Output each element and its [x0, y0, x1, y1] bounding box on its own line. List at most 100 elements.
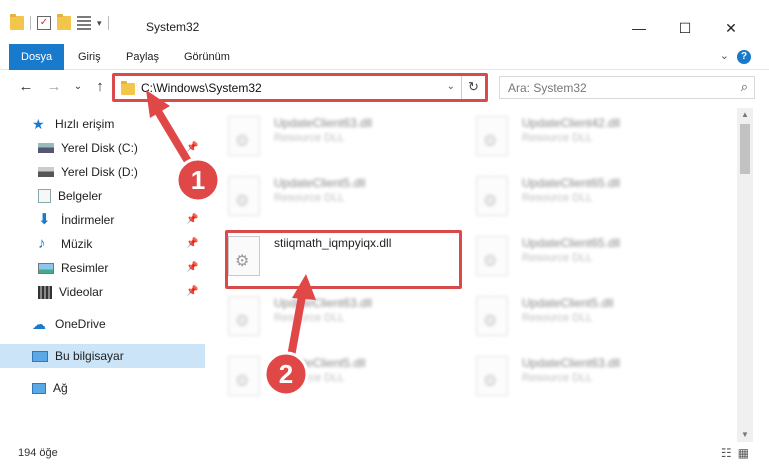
file-type: Resource DLL [522, 132, 593, 144]
sidebar-item-drive-d[interactable]: Yerel Disk (D:) [0, 160, 205, 184]
sidebar-item-label: Hızlı erişim [55, 117, 115, 131]
drive-d-icon [38, 167, 54, 177]
file-name: UpdateClient63.dll [522, 356, 621, 370]
file-item[interactable]: UpdateClient65.dll Resource DLL [460, 168, 700, 226]
forward-button[interactable]: → [44, 78, 64, 95]
download-icon: ⬇ [38, 211, 51, 228]
file-type: Resource DLL [274, 372, 345, 384]
title-bar: ✓ ▾ System32 — ☐ ✕ [0, 0, 769, 42]
dll-file-icon [228, 116, 260, 156]
search-input[interactable]: Ara: System32 [508, 81, 587, 95]
sidebar-item-label: Yerel Disk (D:) [61, 165, 138, 179]
scroll-up-icon[interactable]: ▲ [737, 108, 753, 122]
pin-icon[interactable]: 📌 [186, 286, 198, 297]
address-dropdown-icon[interactable]: ⌄ [447, 81, 455, 92]
pin-icon[interactable]: 📌 [186, 262, 198, 273]
pin-icon[interactable]: 📌 [186, 238, 198, 249]
quick-access-toolbar: ✓ ▾ [10, 14, 109, 30]
drive-c-icon [38, 143, 54, 153]
large-icons-view-icon[interactable]: ▦ [738, 446, 749, 460]
vertical-scrollbar[interactable]: ▲ ▼ [737, 108, 753, 442]
toolbar-divider [30, 16, 31, 30]
pin-icon[interactable]: 📌 [186, 142, 198, 153]
file-type: Resource DLL [522, 192, 593, 204]
file-item[interactable]: UpdateClient63.dll Resource DLL [460, 348, 700, 406]
ribbon: Dosya Giriş Paylaş Görünüm ⌄ ? [0, 44, 769, 70]
maximize-button[interactable]: ☐ [670, 20, 700, 37]
dll-file-icon [476, 116, 508, 156]
file-type: Resource DLL [522, 372, 593, 384]
sidebar-item-videos[interactable]: Videolar [0, 280, 205, 304]
search-box[interactable]: Ara: System32 ⌕ [499, 76, 755, 99]
sidebar-item-label: Resimler [61, 261, 109, 275]
address-bar[interactable]: C:\Windows\System32 ⌄ ↻ [112, 73, 488, 102]
help-icon[interactable]: ? [737, 50, 751, 64]
file-item[interactable]: UpdateClient65.dll Resource DLL [460, 228, 700, 286]
computer-icon [32, 350, 48, 362]
sidebar-item-music[interactable]: ♪ Müzik [0, 232, 205, 256]
sidebar-item-this-pc[interactable]: Bu bilgisayar [0, 344, 205, 368]
sidebar-item-quick-access[interactable]: ★ Hızlı erişim [0, 112, 205, 136]
music-icon: ♪ [38, 235, 46, 252]
network-icon [32, 382, 46, 394]
pin-icon[interactable]: 📌 [186, 190, 198, 201]
tab-file[interactable]: Dosya [9, 44, 65, 70]
customize-toolbar-icon[interactable] [77, 16, 91, 30]
navigation-pane: ★ Hızlı erişim Yerel Disk (C:) 📌 Yerel D… [0, 108, 205, 438]
toolbar-dropdown-icon[interactable]: ▾ [97, 18, 102, 29]
back-button[interactable]: ← [16, 78, 36, 95]
sidebar-item-network[interactable]: Ağ [0, 376, 205, 400]
file-item[interactable]: UpdateClient63.dll Resource DLL [212, 108, 452, 166]
sidebar-item-label: Yerel Disk (C:) [61, 141, 138, 155]
new-folder-icon[interactable] [57, 14, 71, 30]
scroll-down-icon[interactable]: ▼ [737, 428, 753, 442]
sidebar-item-pictures[interactable]: Resimler [0, 256, 205, 280]
file-type: Resource DLL [274, 312, 345, 324]
scroll-thumb[interactable] [740, 124, 750, 174]
file-item[interactable]: UpdateClient42.dll Resource DLL [460, 108, 700, 166]
file-name: UpdateClient5.dll [274, 356, 366, 370]
tab-share[interactable]: Paylaş [118, 44, 167, 70]
close-button[interactable]: ✕ [716, 20, 746, 37]
sidebar-item-label: Belgeler [58, 189, 103, 203]
sidebar-item-label: Ağ [53, 381, 68, 395]
tab-view[interactable]: Görünüm [176, 44, 238, 70]
file-item[interactable]: UpdateClient5.dll Resource DLL [460, 288, 700, 346]
dll-file-icon [476, 176, 508, 216]
dll-file-icon [476, 236, 508, 276]
collapse-ribbon-icon[interactable]: ⌄ [720, 49, 729, 62]
dll-file-icon [476, 296, 508, 336]
address-path[interactable]: C:\Windows\System32 [141, 81, 262, 95]
file-type: Resource DLL [274, 132, 345, 144]
pictures-icon [38, 262, 54, 274]
file-item[interactable]: UpdateClient5.dll Resource DLL [212, 168, 452, 226]
sidebar-item-label: Videolar [59, 285, 103, 299]
navigation-bar: ← → ⌄ ↑ C:\Windows\System32 ⌄ ↻ Ara: Sys… [0, 72, 769, 104]
file-item[interactable]: UpdateClient5.dll Resource DLL [212, 348, 452, 406]
properties-check-icon[interactable]: ✓ [37, 16, 51, 30]
window-title: System32 [146, 20, 200, 34]
dll-file-icon [228, 176, 260, 216]
file-name: UpdateClient65.dll [522, 176, 621, 190]
sidebar-item-onedrive[interactable]: ☁ OneDrive [0, 312, 205, 336]
file-item[interactable]: UpdateClient63.dll Resource DLL [212, 288, 452, 346]
status-bar: 194 öğe ☷ ▦ [0, 442, 769, 473]
sidebar-item-label: OneDrive [55, 317, 106, 331]
sidebar-item-label: Bu bilgisayar [55, 349, 124, 363]
sidebar-item-drive-c[interactable]: Yerel Disk (C:) [0, 136, 205, 160]
tab-home[interactable]: Giriş [70, 44, 109, 70]
up-button[interactable]: ↑ [90, 78, 110, 95]
dll-file-icon [228, 296, 260, 336]
refresh-button[interactable]: ↻ [461, 76, 485, 99]
minimize-button[interactable]: — [624, 20, 654, 36]
pin-icon[interactable]: 📌 [186, 214, 198, 225]
dll-file-icon [476, 356, 508, 396]
folder-icon [121, 81, 135, 95]
file-name: UpdateClient5.dll [522, 296, 614, 310]
details-view-icon[interactable]: ☷ [721, 446, 732, 460]
sidebar-item-downloads[interactable]: ⬇ İndirmeler [0, 208, 205, 232]
recent-locations-button[interactable]: ⌄ [68, 81, 88, 92]
file-name: UpdateClient63.dll [274, 116, 373, 130]
sidebar-item-documents[interactable]: Belgeler [0, 184, 205, 208]
folder-icon[interactable] [10, 14, 24, 30]
